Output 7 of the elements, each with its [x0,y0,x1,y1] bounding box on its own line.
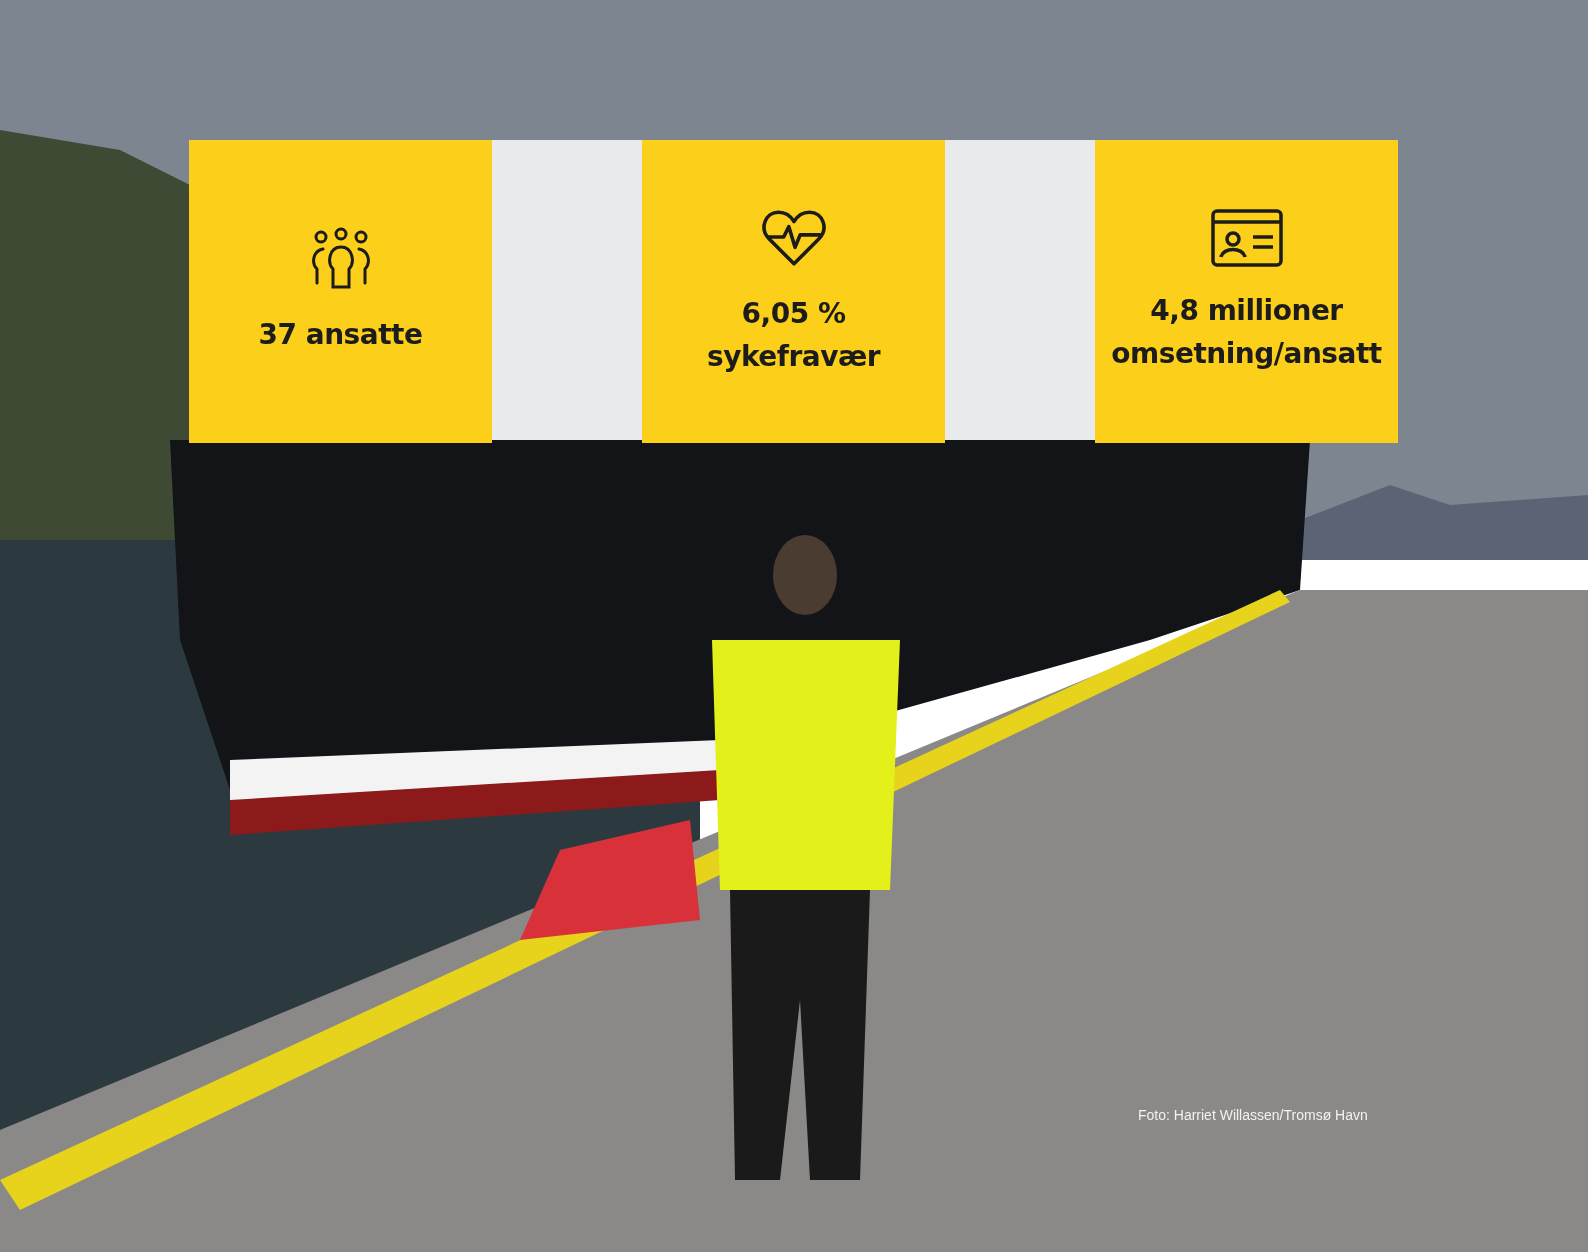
stat-text: omsetning/ansatt [1111,335,1382,372]
stat-text: 4,8 millioner [1150,292,1343,329]
stat-text: 6,05 % [741,295,846,332]
id-card-icon [1210,208,1283,267]
photo-credit: Foto: Harriet Willassen/Tromsø Havn [1138,1107,1368,1123]
stat-text: sykefravær [706,338,881,375]
stat-text: 37 ansatte [258,317,423,353]
